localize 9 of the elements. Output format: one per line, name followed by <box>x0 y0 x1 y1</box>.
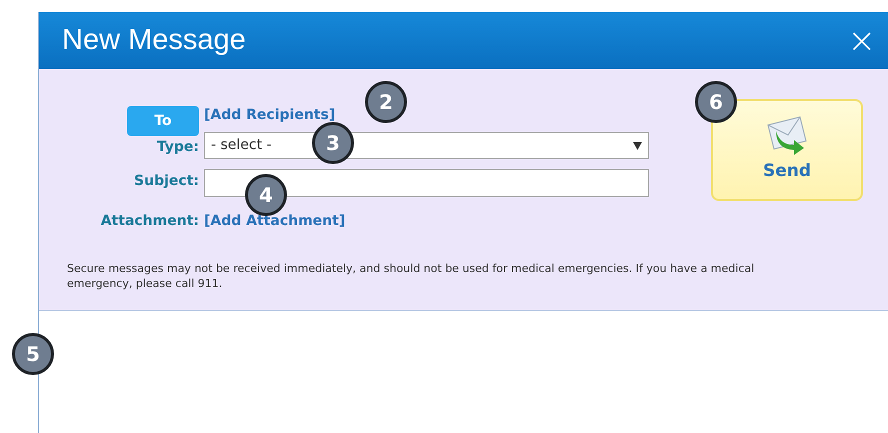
window-title: New Message <box>62 22 246 58</box>
subject-label: Subject: <box>134 172 199 191</box>
close-button[interactable]: × <box>848 24 876 58</box>
to-button[interactable]: To <box>127 106 199 136</box>
callout-number: 5 <box>12 333 54 375</box>
type-label: Type: <box>156 138 199 157</box>
dropdown-arrow-icon <box>633 142 642 150</box>
attachment-label: Attachment: <box>100 212 199 231</box>
notice-text: Secure messages may not be received immediately, and should not be used for medical emergencies. If you have a medical emergency, please call 911. <box>67 261 756 291</box>
